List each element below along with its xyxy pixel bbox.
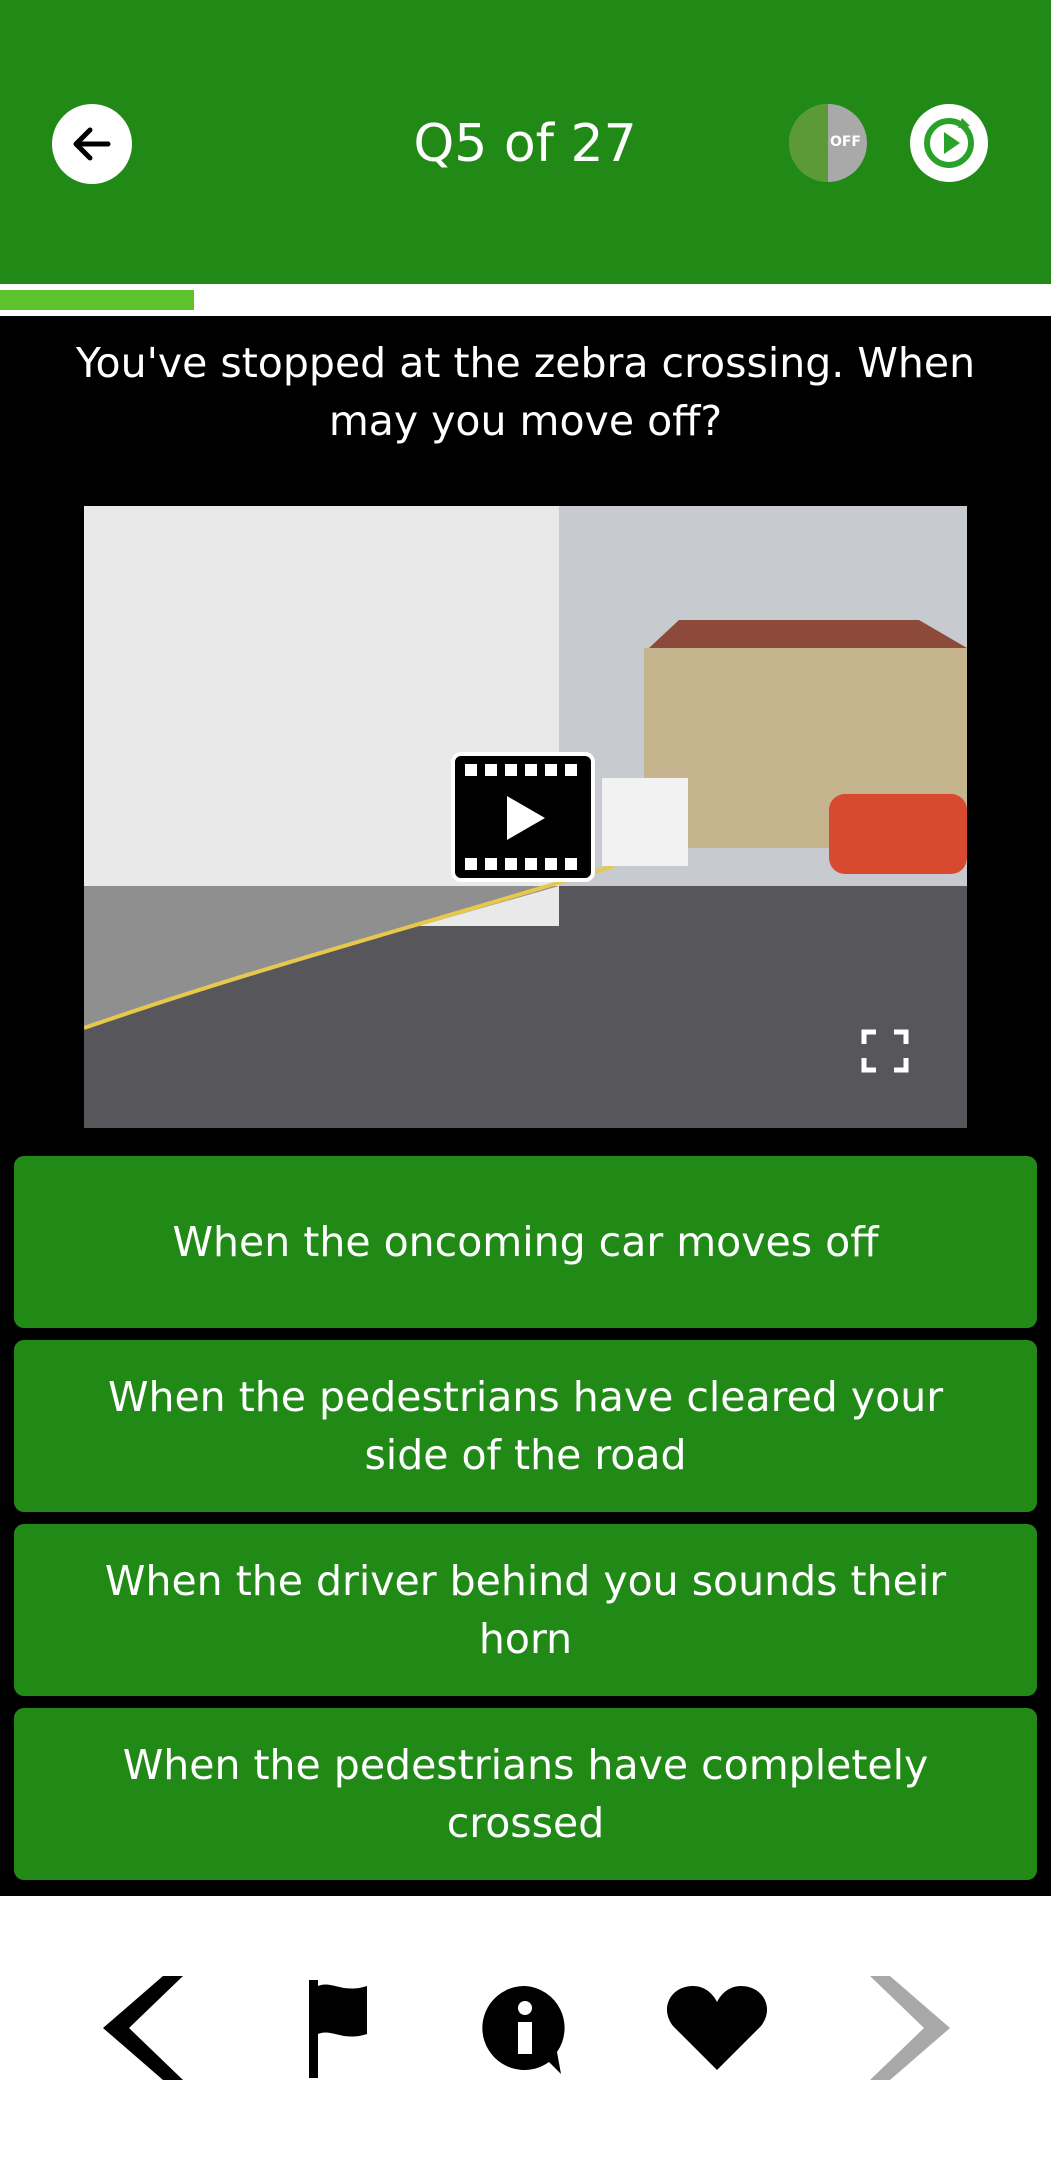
page-title: Q5 of 27	[413, 114, 637, 174]
replay-button[interactable]	[910, 104, 988, 182]
question-video[interactable]	[84, 506, 967, 1128]
answer-option[interactable]: When the pedestrians have cleared your s…	[14, 1340, 1037, 1512]
answer-list: When the oncoming car moves off When the…	[14, 1156, 1037, 1892]
flag-icon	[309, 1980, 367, 2078]
back-button[interactable]	[52, 104, 132, 184]
bottom-navigation	[0, 1896, 1051, 2160]
arrow-left-icon	[73, 127, 111, 161]
voice-head-icon	[789, 104, 828, 182]
flag-button[interactable]	[280, 1968, 390, 2088]
progress-fill	[0, 290, 195, 310]
heart-icon	[666, 1986, 768, 2070]
film-play-icon	[465, 764, 577, 870]
previous-button[interactable]	[88, 1968, 198, 2088]
voice-toggle-label: OFF	[829, 134, 861, 150]
info-icon	[482, 1985, 565, 2074]
replay-icon	[924, 118, 974, 168]
answer-option[interactable]: When the pedestrians have completely cro…	[14, 1708, 1037, 1880]
chevron-left-icon	[103, 1976, 183, 2080]
favorite-button[interactable]	[662, 1968, 772, 2088]
answer-option[interactable]: When the oncoming car moves off	[14, 1156, 1037, 1328]
info-button[interactable]	[470, 1968, 580, 2088]
voice-toggle-button[interactable]: OFF	[789, 104, 867, 182]
question-text: You've stopped at the zebra crossing. Wh…	[75, 339, 976, 445]
header-bar: Q5 of 27 OFF	[0, 0, 1051, 284]
next-button[interactable]	[855, 1968, 965, 2088]
progress-bar	[0, 284, 1051, 316]
chevron-right-icon	[870, 1976, 950, 2080]
play-button[interactable]	[451, 752, 595, 882]
answer-option[interactable]: When the driver behind you sounds their …	[14, 1524, 1037, 1696]
fullscreen-icon[interactable]	[860, 1028, 910, 1074]
